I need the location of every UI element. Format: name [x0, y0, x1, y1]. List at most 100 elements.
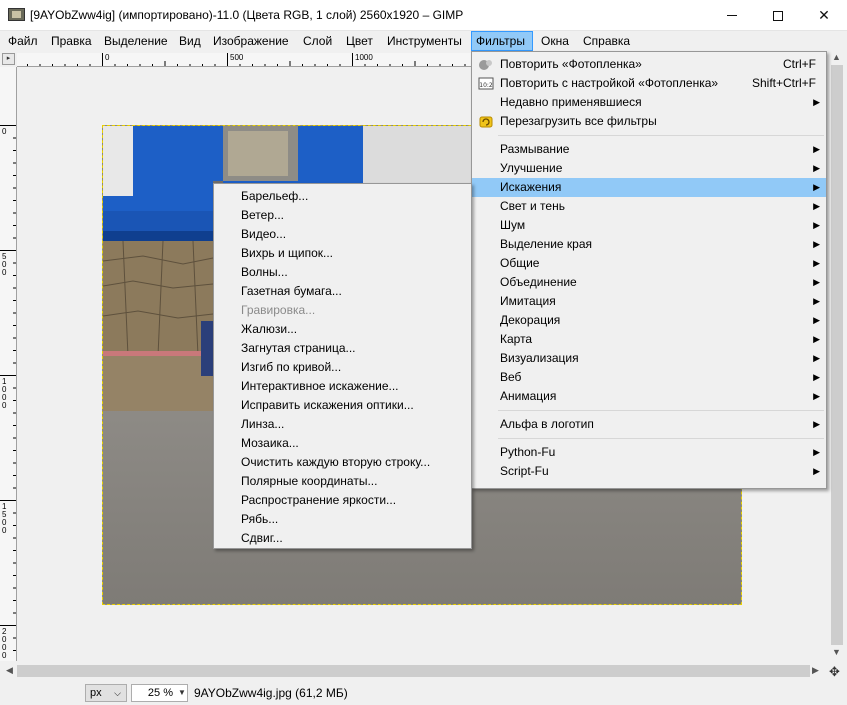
menu-tools[interactable]: Инструменты [383, 31, 466, 51]
scroll-left-icon[interactable]: ◀ [6, 665, 13, 676]
submenu-arrow-icon: ▶ [813, 239, 820, 249]
maximize-button[interactable] [755, 0, 801, 31]
submenu-arrow-icon: ▶ [813, 315, 820, 325]
scroll-up-icon[interactable]: ▲ [832, 52, 841, 62]
close-icon: ✕ [818, 7, 830, 23]
unit-select[interactable]: px ⌵ [85, 684, 127, 702]
menu-item-artistic[interactable]: Имитация ▶ [472, 292, 826, 311]
reload-icon [479, 116, 493, 128]
submenu-arrow-icon: ▶ [813, 97, 820, 107]
vertical-scrollbar[interactable]: ▲ ▼ [827, 52, 847, 661]
menu-item-newsprint[interactable]: Газетная бумага... [214, 282, 471, 301]
menu-item-noise[interactable]: Шум ▶ [472, 216, 826, 235]
navigate-icon[interactable]: ✥ [829, 664, 840, 680]
menu-item-decor[interactable]: Декорация ▶ [472, 311, 826, 330]
ruler-label: 500 [2, 252, 7, 277]
menu-item-alpha-to-logo[interactable]: Альфа в логотип ▶ [472, 415, 826, 434]
menu-select[interactable]: Выделение [100, 31, 172, 51]
menu-item-animation[interactable]: Анимация ▶ [472, 387, 826, 406]
submenu-arrow-icon: ▶ [813, 296, 820, 306]
submenu-arrow-icon: ▶ [813, 353, 820, 363]
maximize-icon [773, 10, 783, 21]
menu-item-render[interactable]: Визуализация ▶ [472, 349, 826, 368]
menu-item-edge-detect[interactable]: Выделение края ▶ [472, 235, 826, 254]
menu-item-python-fu[interactable]: Python-Fu ▶ [472, 443, 826, 462]
scroll-right-icon[interactable]: ▶ [812, 665, 819, 676]
ruler-label: 0 [105, 53, 110, 62]
menu-image[interactable]: Изображение [209, 31, 293, 51]
menu-item-light-shadow[interactable]: Свет и тень ▶ [472, 197, 826, 216]
menu-item-value-propagate[interactable]: Распространение яркости... [214, 491, 471, 510]
menu-item-distorts[interactable]: Искажения ▶ [472, 178, 826, 197]
scroll-down-icon[interactable]: ▼ [832, 647, 841, 657]
menu-item-lens[interactable]: Линза... [214, 415, 471, 434]
menu-item-combine[interactable]: Объединение ▶ [472, 273, 826, 292]
title-bar: [9AYObZww4ig] (импортировано)-11.0 (Цвет… [0, 0, 847, 31]
submenu-arrow-icon: ▶ [813, 163, 820, 173]
menu-view[interactable]: Вид [175, 31, 205, 51]
submenu-arrow-icon: ▶ [813, 277, 820, 287]
submenu-arrow-icon: ▶ [813, 391, 820, 401]
repeat-icon [479, 60, 492, 70]
vertical-scroll-thumb[interactable] [831, 65, 843, 645]
menu-item-enhance[interactable]: Улучшение ▶ [472, 159, 826, 178]
menu-item-shift[interactable]: Сдвиг... [214, 529, 471, 548]
submenu-arrow-icon: ▶ [813, 334, 820, 344]
status-message: 9AYObZww4ig.jpg (61,2 МБ) [194, 686, 348, 700]
submenu-arrow-icon: ▶ [813, 466, 820, 476]
horizontal-scrollbar[interactable]: ◀ ▶ [0, 661, 827, 681]
menu-item-ripple[interactable]: Рябь... [214, 510, 471, 529]
repeat-settings-icon: 10:2 [478, 77, 494, 90]
menu-item-blur[interactable]: Размывание ▶ [472, 140, 826, 159]
menu-bar: Файл Правка Выделение Вид Изображение Сл… [0, 31, 847, 51]
menu-item-reload-filters[interactable]: Перезагрузить все фильтры [472, 112, 826, 131]
menu-item-mosaic[interactable]: Мозаика... [214, 434, 471, 453]
menu-item-script-fu[interactable]: Script-Fu ▶ [472, 462, 826, 481]
menu-help[interactable]: Справка [579, 31, 634, 51]
menu-item-repeat-filmstrip[interactable]: Повторить «Фотопленка» Ctrl+F [472, 55, 826, 74]
zoom-value: 25 % [147, 687, 173, 699]
menu-item-blinds[interactable]: Жалюзи... [214, 320, 471, 339]
menu-separator [472, 406, 826, 415]
horizontal-scroll-thumb[interactable] [17, 665, 810, 677]
menu-item-lens-distortion[interactable]: Исправить искажения оптики... [214, 396, 471, 415]
menu-item-deinterlace[interactable]: Очистить каждую вторую строку... [214, 453, 471, 472]
menu-edit[interactable]: Правка [47, 31, 96, 51]
submenu-arrow-icon: ▶ [813, 182, 820, 192]
menu-item-waves[interactable]: Волны... [214, 263, 471, 282]
minimize-icon [727, 15, 737, 16]
ruler-label: 500 [230, 53, 244, 62]
menu-item-generic[interactable]: Общие ▶ [472, 254, 826, 273]
menu-item-video[interactable]: Видео... [214, 225, 471, 244]
menu-windows[interactable]: Окна [537, 31, 573, 51]
minimize-button[interactable] [709, 0, 755, 31]
menu-item-wind[interactable]: Ветер... [214, 206, 471, 225]
menu-item-engrave: Гравировка... [241, 303, 316, 317]
zoom-dropdown-icon[interactable]: ▼ [178, 684, 188, 702]
menu-item-iwarp[interactable]: Интерактивное искажение... [214, 377, 471, 396]
menu-item-recently-used[interactable]: Недавно применявшиеся ▶ [472, 93, 826, 112]
submenu-arrow-icon: ▶ [813, 372, 820, 382]
menu-filters[interactable]: Фильтры [471, 31, 533, 51]
menu-item-whirl-pinch[interactable]: Вихрь и щипок... [214, 244, 471, 263]
submenu-arrow-icon: ▶ [813, 144, 820, 154]
menu-item-curve-bend[interactable]: Изгиб по кривой... [214, 358, 471, 377]
menu-item-repeat-with-settings[interactable]: 10:2 Повторить с настройкой «Фотопленка»… [472, 74, 826, 93]
ruler-label: 1000 [355, 53, 373, 62]
close-button[interactable]: ✕ [801, 0, 847, 31]
menu-separator [472, 131, 826, 140]
gimp-app-icon [8, 8, 25, 21]
menu-item-page-curl[interactable]: Загнутая страница... [214, 339, 471, 358]
ruler-label: 1500 [2, 502, 7, 535]
submenu-arrow-icon: ▶ [813, 201, 820, 211]
menu-item-emboss[interactable]: Барельеф... [214, 187, 471, 206]
menu-file[interactable]: Файл [4, 31, 42, 51]
menu-colors[interactable]: Цвет [342, 31, 377, 51]
menu-item-polar-coordinates[interactable]: Полярные координаты... [214, 472, 471, 491]
menu-layer[interactable]: Слой [299, 31, 336, 51]
quick-mask-toggle-icon[interactable]: ▸ [2, 53, 15, 65]
menu-item-map[interactable]: Карта ▶ [472, 330, 826, 349]
ruler-label: 2000 [2, 627, 7, 660]
menu-item-web[interactable]: Веб ▶ [472, 368, 826, 387]
ruler-vertical[interactable]: 0 500 1000 1500 2000 [0, 67, 17, 661]
